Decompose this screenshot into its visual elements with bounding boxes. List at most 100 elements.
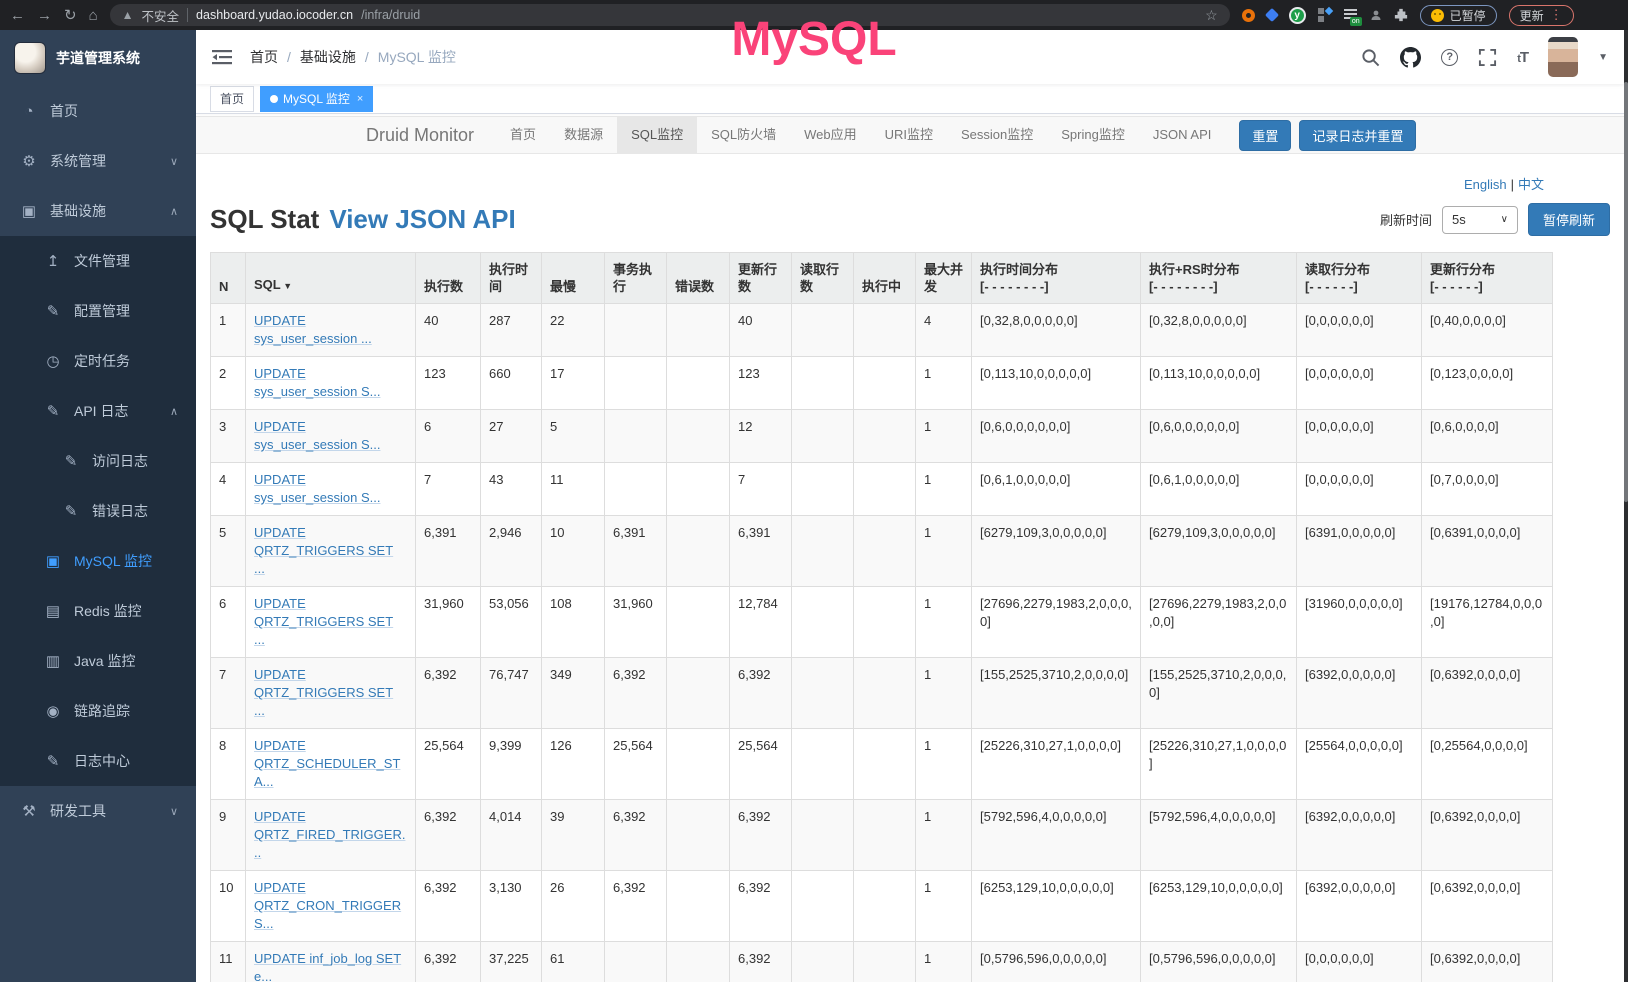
breadcrumb-item[interactable]: 首页 bbox=[250, 47, 278, 67]
sql-link[interactable]: UPDATE QRTZ_FIRED_TRIGGER... bbox=[254, 809, 405, 860]
user-caret-icon[interactable]: ▼ bbox=[1598, 52, 1608, 63]
sidebar-item-home[interactable]: ◔首页 bbox=[0, 86, 196, 136]
forward-icon[interactable]: → bbox=[37, 8, 52, 23]
cell-rs-dist: [0,6,1,0,0,0,0,0] bbox=[1141, 463, 1297, 516]
sql-link[interactable]: UPDATE inf_job_log SET e... bbox=[254, 951, 401, 982]
sql-link[interactable]: UPDATE sys_user_session ... bbox=[254, 313, 372, 346]
cell-running bbox=[854, 587, 916, 658]
tag-close-icon[interactable]: × bbox=[357, 93, 363, 105]
extension-ring-icon[interactable] bbox=[1242, 9, 1255, 22]
user-avatar[interactable] bbox=[1548, 37, 1578, 77]
select-chevron-icon: ∨ bbox=[1501, 214, 1508, 225]
druid-tab-8[interactable]: Spring监控 bbox=[1047, 116, 1139, 154]
sidebar-item-config[interactable]: ✎配置管理 bbox=[0, 286, 196, 336]
fullscreen-icon[interactable] bbox=[1478, 48, 1497, 67]
extension-person-icon[interactable] bbox=[1370, 9, 1382, 21]
tag-home[interactable]: 首页 bbox=[210, 86, 254, 112]
sidebar-item-error-log[interactable]: ✎错误日志 bbox=[0, 486, 196, 536]
sql-link[interactable]: UPDATE QRTZ_TRIGGERS SET ... bbox=[254, 596, 393, 647]
github-icon[interactable] bbox=[1400, 47, 1421, 68]
cell-read-dist: [6392,0,0,0,0,0] bbox=[1297, 800, 1422, 871]
sidebar-item-infra[interactable]: ▣基础设施∧ bbox=[0, 186, 196, 236]
extension-blocks-icon[interactable] bbox=[1318, 8, 1332, 22]
update-chip[interactable]: 更新 ⋮ bbox=[1509, 5, 1574, 26]
druid-tab-3[interactable]: SQL监控 bbox=[617, 116, 697, 154]
sidebar-item-java[interactable]: ▥Java 监控 bbox=[0, 636, 196, 686]
sidebar-item-tracer[interactable]: ◉链路追踪 bbox=[0, 686, 196, 736]
sql-link[interactable]: UPDATE sys_user_session S... bbox=[254, 366, 380, 399]
sql-link[interactable]: UPDATE sys_user_session S... bbox=[254, 472, 380, 505]
header-sub: [- - - - - - - -] bbox=[1149, 278, 1288, 295]
breadcrumb-item[interactable]: 基础设施 bbox=[300, 47, 356, 67]
cell-tx-exec bbox=[605, 942, 667, 982]
druid-tab-1[interactable]: 首页 bbox=[496, 116, 550, 154]
cell-read-dist: [0,0,0,0,0,0] bbox=[1297, 304, 1422, 357]
log-and-reset-button[interactable]: 记录日志并重置 bbox=[1299, 120, 1416, 151]
sql-link[interactable]: UPDATE QRTZ_TRIGGERS SET ... bbox=[254, 667, 393, 718]
druid-tab-9[interactable]: JSON API bbox=[1139, 116, 1226, 154]
refresh-interval-select[interactable]: 5s ∨ bbox=[1442, 206, 1518, 234]
cell-slowest: 5 bbox=[542, 410, 605, 463]
cell-rs-dist: [155,2525,3710,2,0,0,0,0] bbox=[1141, 658, 1297, 729]
back-icon[interactable]: ← bbox=[10, 8, 25, 23]
sidebar-item-label: 访问日志 bbox=[92, 451, 148, 471]
sidebar-item-access-log[interactable]: ✎访问日志 bbox=[0, 436, 196, 486]
home-icon[interactable]: ⌂ bbox=[89, 8, 98, 23]
address-bar[interactable]: ▲ 不安全 dashboard.yudao.iocoder.cn /infra/… bbox=[110, 4, 1230, 26]
browser-menu-icon[interactable]: ⋮ bbox=[1550, 7, 1563, 23]
sql-link[interactable]: UPDATE sys_user_session S... bbox=[254, 419, 380, 452]
scrollbar-thumb[interactable] bbox=[1624, 82, 1628, 502]
cell-update-rows: 6,391 bbox=[730, 516, 792, 587]
druid-tab-7[interactable]: Session监控 bbox=[947, 116, 1047, 154]
reload-icon[interactable]: ↻ bbox=[64, 8, 77, 23]
cell-rs-dist: [6279,109,3,0,0,0,0,0] bbox=[1141, 516, 1297, 587]
pause-refresh-button[interactable]: 暂停刷新 bbox=[1528, 203, 1610, 236]
extensions-puzzle-icon[interactable] bbox=[1394, 8, 1408, 22]
cell-time-dist: [5792,596,4,0,0,0,0,0] bbox=[972, 800, 1141, 871]
cell-read-dist: [6391,0,0,0,0,0] bbox=[1297, 516, 1422, 587]
cell-n: 9 bbox=[211, 800, 246, 871]
druid-tab-2[interactable]: 数据源 bbox=[550, 116, 617, 154]
help-icon[interactable]: ? bbox=[1441, 49, 1458, 66]
reset-button[interactable]: 重置 bbox=[1239, 120, 1291, 151]
view-json-api-link[interactable]: View JSON API bbox=[329, 204, 515, 235]
paused-chip[interactable]: 已暂停 bbox=[1420, 5, 1497, 26]
sidebar-item-file[interactable]: ↥文件管理 bbox=[0, 236, 196, 286]
lang-english-link[interactable]: English bbox=[1464, 177, 1507, 192]
header-label: 执行+RS时分布 bbox=[1149, 261, 1288, 278]
druid-tab-4[interactable]: SQL防火墙 bbox=[697, 116, 790, 154]
sidebar-item-redis[interactable]: ▤Redis 监控 bbox=[0, 586, 196, 636]
page-scrollbar[interactable] bbox=[1624, 30, 1628, 982]
sidebar-toggle-icon[interactable] bbox=[212, 49, 232, 65]
search-icon[interactable] bbox=[1361, 48, 1380, 67]
sidebar: 芋道管理系统 ◔首页⚙系统管理∨▣基础设施∧↥文件管理✎配置管理◷定时任务✎AP… bbox=[0, 30, 196, 982]
sql-link[interactable]: UPDATE QRTZ_SCHEDULER_STA... bbox=[254, 738, 400, 789]
sql-link[interactable]: UPDATE QRTZ_CRON_TRIGGERS... bbox=[254, 880, 401, 931]
sidebar-item-api-log[interactable]: ✎API 日志∧ bbox=[0, 386, 196, 436]
font-size-icon[interactable]: tT bbox=[1517, 49, 1528, 66]
tag-label: 首页 bbox=[220, 90, 244, 107]
sidebar-item-job[interactable]: ◷定时任务 bbox=[0, 336, 196, 386]
druid-brand[interactable]: Druid Monitor bbox=[366, 125, 474, 146]
lang-chinese-link[interactable]: 中文 bbox=[1518, 177, 1544, 192]
header-errors: 错误数 bbox=[667, 253, 730, 304]
sidebar-item-dev-tools[interactable]: ⚒研发工具∨ bbox=[0, 786, 196, 836]
extension-gem-icon[interactable] bbox=[1265, 8, 1279, 22]
sidebar-logo[interactable]: 芋道管理系统 bbox=[0, 30, 196, 86]
emoji-icon bbox=[1431, 9, 1444, 22]
sort-desc-icon[interactable]: ▼ bbox=[281, 281, 292, 291]
dashboard-icon: ◔ bbox=[20, 103, 38, 120]
bookmark-star-icon[interactable]: ☆ bbox=[1205, 7, 1218, 24]
druid-tab-5[interactable]: Web应用 bbox=[790, 116, 871, 154]
tag-mysql[interactable]: MySQL 监控× bbox=[260, 86, 373, 112]
druid-tab-6[interactable]: URI监控 bbox=[871, 116, 947, 154]
extension-list-icon[interactable]: on bbox=[1344, 8, 1358, 22]
sidebar-item-mysql[interactable]: ▣MySQL 监控 bbox=[0, 536, 196, 586]
extension-y-icon[interactable]: y bbox=[1289, 7, 1306, 24]
cell-read-rows bbox=[792, 729, 854, 800]
sql-link[interactable]: UPDATE QRTZ_TRIGGERS SET ... bbox=[254, 525, 393, 576]
sidebar-item-label: 文件管理 bbox=[74, 251, 130, 271]
sidebar-item-system[interactable]: ⚙系统管理∨ bbox=[0, 136, 196, 186]
cell-sql: UPDATE QRTZ_TRIGGERS SET ... bbox=[246, 658, 416, 729]
sidebar-item-log-center[interactable]: ✎日志中心 bbox=[0, 736, 196, 786]
